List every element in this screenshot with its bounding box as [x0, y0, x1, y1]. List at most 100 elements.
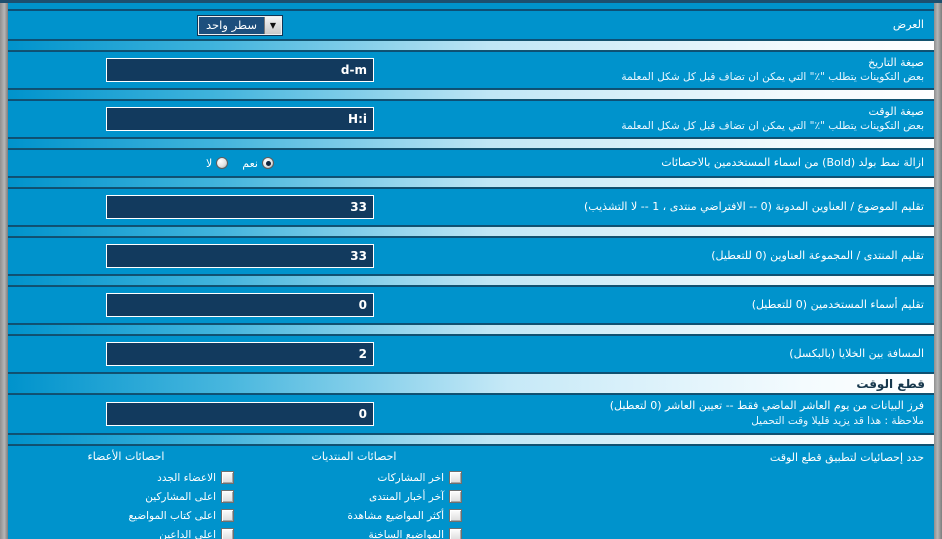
- trim-thread-titles-input[interactable]: [106, 195, 374, 219]
- checkbox-row[interactable]: اعلى المشاركين: [18, 487, 234, 506]
- settings-screen: العرض سطر واحد ▼ صيغة التاريخ بعض التكوي…: [0, 0, 942, 539]
- label-trim-forum-titles-text: تقليم المنتدى / المجموعة العناوين (0 للت…: [711, 248, 924, 262]
- label-timecut-value: فرز البيانات من يوم العاشر الماضي فقط --…: [472, 395, 934, 432]
- row-trim-forum-titles: تقليم المنتدى / المجموعة العناوين (0 للت…: [8, 237, 934, 275]
- divider-8: [8, 434, 934, 445]
- stats-column-forums-heading: احصائات المنتديات: [311, 450, 397, 463]
- label-remove-bold: ازالة نمط بولد (Bold) من اسماء المستخدمي…: [472, 152, 934, 175]
- checkbox-icon[interactable]: [449, 490, 462, 503]
- remove-bold-option-no-label: لا: [206, 156, 213, 170]
- field-time-format: [8, 103, 472, 135]
- field-cell-spacing: [8, 338, 472, 370]
- label-display: العرض: [472, 14, 934, 37]
- label-time-format-text: صيغة الوقت: [868, 104, 924, 118]
- row-trim-usernames: تقليم أسماء المستخدمين (0 للتعطيل): [8, 286, 934, 324]
- label-trim-forum-titles: تقليم المنتدى / المجموعة العناوين (0 للت…: [472, 245, 934, 268]
- checkbox-label: اعلى الداعين: [159, 528, 216, 539]
- checkbox-label: أكثر المواضيع مشاهدة: [347, 509, 445, 522]
- remove-bold-option-yes-label: نعم: [242, 156, 258, 170]
- label-time-format-hint: بعض التكوينات يتطلب "٪" التي يمكن ان تضا…: [621, 120, 924, 133]
- trim-forum-titles-input[interactable]: [106, 244, 374, 268]
- checkbox-label: اخر المشاركات: [377, 471, 444, 484]
- remove-bold-radio-group: نعم لا: [206, 157, 274, 170]
- checkbox-icon[interactable]: [221, 490, 234, 503]
- checkbox-icon[interactable]: [221, 471, 234, 484]
- label-trim-usernames-text: تقليم أسماء المستخدمين (0 للتعطيل): [751, 297, 924, 311]
- checkbox-row[interactable]: اخر المشاركات: [246, 468, 462, 487]
- label-cell-spacing-text: المسافة بين الخلايا (بالبكسل): [789, 346, 924, 360]
- row-time-format: صيغة الوقت بعض التكوينات يتطلب "٪" التي …: [8, 100, 934, 138]
- radio-no-icon[interactable]: [216, 157, 229, 169]
- checkbox-label: اعلى كتاب المواضيع: [128, 509, 216, 522]
- divider-3: [8, 138, 934, 149]
- remove-bold-option-no[interactable]: لا: [206, 156, 229, 170]
- chevron-down-icon[interactable]: ▼: [263, 16, 281, 34]
- checkbox-icon[interactable]: [449, 528, 462, 539]
- stats-column-forums: احصائات المنتديات اخر المشاركات آخر أخبا…: [240, 450, 468, 539]
- time-format-input[interactable]: [106, 107, 374, 131]
- remove-bold-option-yes[interactable]: نعم: [242, 157, 274, 170]
- label-timecut-value-text: فرز البيانات من يوم العاشر الماضي فقط --…: [609, 399, 924, 413]
- row-cell-spacing: المسافة بين الخلايا (بالبكسل): [8, 335, 934, 373]
- divider-4: [8, 177, 934, 188]
- label-time-format: صيغة الوقت بعض التكوينات يتطلب "٪" التي …: [472, 101, 934, 138]
- window-top-edge: [0, 0, 942, 3]
- stats-column-members-heading: احصائات الأعضاء: [87, 450, 165, 463]
- field-trim-usernames: [8, 289, 472, 321]
- checkbox-icon[interactable]: [221, 528, 234, 539]
- radio-yes-icon[interactable]: [262, 157, 274, 169]
- trim-usernames-input[interactable]: [106, 293, 374, 317]
- date-format-input[interactable]: [106, 58, 374, 82]
- checkbox-label: اعلى المشاركين: [145, 490, 216, 503]
- row-trim-thread-titles: تقليم الموضوع / العناوين المدونة (0 -- ا…: [8, 188, 934, 226]
- divider-5: [8, 226, 934, 237]
- label-date-format: صيغة التاريخ بعض التكوينات يتطلب "٪" الت…: [472, 52, 934, 89]
- label-cell-spacing: المسافة بين الخلايا (بالبكسل): [472, 343, 934, 366]
- label-display-text: العرض: [892, 17, 924, 31]
- checkbox-row[interactable]: آخر أخبار المنتدى: [246, 487, 462, 506]
- top-strip: [8, 3, 934, 10]
- checkbox-icon[interactable]: [221, 509, 234, 522]
- label-trim-thread-titles-text: تقليم الموضوع / العناوين المدونة (0 -- ا…: [584, 199, 924, 213]
- divider-1: [8, 40, 934, 51]
- display-mode-select-value: سطر واحد: [206, 18, 257, 32]
- settings-content: العرض سطر واحد ▼ صيغة التاريخ بعض التكوي…: [8, 3, 934, 539]
- label-trim-usernames: تقليم أسماء المستخدمين (0 للتعطيل): [472, 294, 934, 317]
- checkbox-row[interactable]: اعلى كتاب المواضيع: [18, 506, 234, 525]
- label-timecut-value-note: ملاحظة : هذا قد يزيد قليلا وقت التحميل: [751, 415, 924, 428]
- label-date-format-text: صيغة التاريخ: [868, 55, 924, 69]
- field-timecut-value: [8, 398, 472, 430]
- row-timecut-value: فرز البيانات من يوم العاشر الماضي فقط --…: [8, 394, 934, 434]
- checkbox-row[interactable]: الاعضاء الجدد: [18, 468, 234, 487]
- checkbox-label: المواضيع الساخنة: [368, 528, 444, 539]
- section-header-timecut: قطع الوقت: [8, 373, 934, 394]
- row-display: العرض سطر واحد ▼: [8, 10, 934, 40]
- checkbox-row[interactable]: اعلى الداعين: [18, 525, 234, 539]
- window-right-frame: [934, 0, 942, 539]
- label-stats-prompt: حدد إحصائيات لتطبيق قطع الوقت: [769, 451, 924, 464]
- row-date-format: صيغة التاريخ بعض التكوينات يتطلب "٪" الت…: [8, 51, 934, 89]
- cell-spacing-input[interactable]: [106, 342, 374, 366]
- label-date-format-hint: بعض التكوينات يتطلب "٪" التي يمكن ان تضا…: [621, 71, 924, 84]
- section-header-timecut-title: قطع الوقت: [856, 376, 925, 391]
- field-trim-thread-titles: [8, 191, 472, 223]
- checkbox-label: الاعضاء الجدد: [157, 471, 216, 484]
- stats-columns: احصائات المنتديات اخر المشاركات آخر أخبا…: [8, 446, 472, 539]
- checkbox-row[interactable]: أكثر المواضيع مشاهدة: [246, 506, 462, 525]
- timecut-value-input[interactable]: [106, 402, 374, 426]
- checkbox-icon[interactable]: [449, 509, 462, 522]
- display-mode-select[interactable]: سطر واحد ▼: [198, 15, 282, 35]
- divider-7: [8, 324, 934, 335]
- divider-2: [8, 89, 934, 100]
- row-remove-bold: ازالة نمط بولد (Bold) من اسماء المستخدمي…: [8, 149, 934, 177]
- field-remove-bold: نعم لا: [8, 153, 472, 174]
- field-trim-forum-titles: [8, 240, 472, 272]
- field-date-format: [8, 54, 472, 86]
- divider-6: [8, 275, 934, 286]
- label-remove-bold-text: ازالة نمط بولد (Bold) من اسماء المستخدمي…: [661, 155, 924, 169]
- stats-column-members: احصائات الأعضاء الاعضاء الجدد اعلى المشا…: [12, 450, 240, 539]
- window-left-frame: [0, 0, 8, 539]
- checkbox-icon[interactable]: [449, 471, 462, 484]
- field-display: سطر واحد ▼: [8, 12, 472, 39]
- checkbox-row[interactable]: المواضيع الساخنة: [246, 525, 462, 539]
